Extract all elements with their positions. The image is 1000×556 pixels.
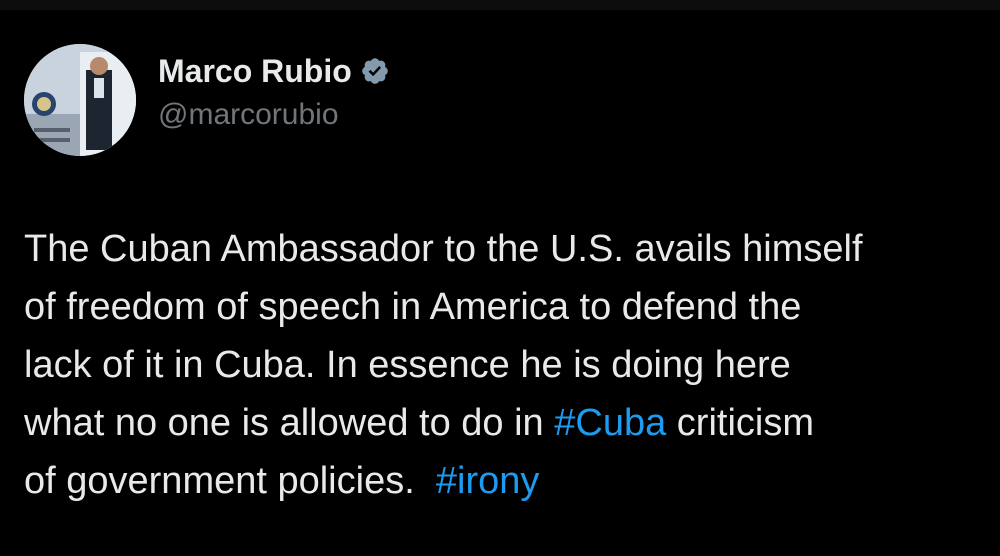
tweet-text-line: what no one is allowed to do in #Cuba cr… <box>24 394 984 452</box>
avatar[interactable] <box>24 44 136 156</box>
text-segment: criticism <box>666 402 814 444</box>
tweet-text-line: lack of it in Cuba. In essence he is doi… <box>24 344 791 386</box>
verified-badge-icon <box>360 56 390 86</box>
avatar-image <box>24 44 136 156</box>
tweet-text-line: The Cuban Ambassador to the U.S. avails … <box>24 228 863 270</box>
tweet-text: The Cuban Ambassador to the U.S. avails … <box>24 220 984 510</box>
tweet: Marco Rubio @marcorubio The Cuban Ambass… <box>0 0 1000 556</box>
tweet-text-line: of freedom of speech in America to defen… <box>24 286 802 328</box>
hashtag-link-irony[interactable]: #irony <box>436 460 540 502</box>
tweet-header: Marco Rubio @marcorubio <box>24 44 390 156</box>
author-handle[interactable]: @marcorubio <box>158 95 390 135</box>
hashtag-link-cuba[interactable]: #Cuba <box>554 402 666 444</box>
author-names: Marco Rubio @marcorubio <box>158 51 390 135</box>
tweet-text-line: of government policies. #irony <box>24 452 984 510</box>
name-row: Marco Rubio <box>158 51 390 91</box>
text-segment: of government policies. <box>24 460 436 502</box>
author-display-name[interactable]: Marco Rubio <box>158 51 352 91</box>
text-segment: what no one is allowed to do in <box>24 402 555 444</box>
